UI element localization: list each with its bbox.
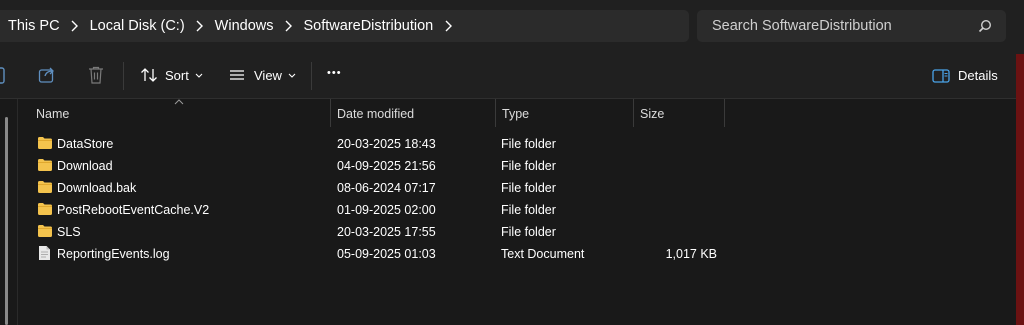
- column-separator[interactable]: [724, 99, 725, 127]
- chevron-right-icon[interactable]: [185, 20, 215, 32]
- search-icon: [978, 19, 992, 33]
- details-label: Details: [958, 68, 998, 83]
- file-date: 05-09-2025 01:03: [337, 247, 436, 261]
- crumb-local-disk[interactable]: Local Disk (C:): [90, 18, 185, 34]
- file-date: 08-06-2024 07:17: [337, 181, 436, 195]
- sort-label: Sort: [165, 67, 189, 83]
- breadcrumb[interactable]: This PC Local Disk (C:) Windows Software…: [0, 10, 689, 42]
- chevron-right-icon[interactable]: [433, 20, 463, 32]
- view-button[interactable]: View: [228, 67, 296, 83]
- column-header-name[interactable]: Name: [30, 99, 330, 129]
- file-date: 20-03-2025 17:55: [337, 225, 436, 239]
- list-item[interactable]: SLS 20-03-2025 17:55 File folder: [30, 221, 1024, 243]
- toolbar-divider: [123, 62, 124, 90]
- file-name: SLS: [57, 225, 81, 239]
- chevron-down-icon: [288, 73, 296, 78]
- file-type: File folder: [501, 181, 556, 195]
- file-type: File folder: [501, 225, 556, 239]
- copy-icon[interactable]: [0, 66, 6, 86]
- file-type: File folder: [501, 159, 556, 173]
- list-item[interactable]: DataStore 20-03-2025 18:43 File folder: [30, 133, 1024, 155]
- file-name: DataStore: [57, 137, 114, 151]
- crumb-windows[interactable]: Windows: [215, 18, 274, 34]
- file-date: 01-09-2025 02:00: [337, 203, 436, 217]
- file-list: Name Date modified Type Size DataStore 2…: [0, 99, 1024, 325]
- chevron-right-icon[interactable]: [273, 20, 303, 32]
- file-date: 04-09-2025 21:56: [337, 159, 436, 173]
- details-pane-icon: [932, 68, 950, 83]
- more-options-button[interactable]: •••: [327, 67, 342, 79]
- list-item[interactable]: Download.bak 08-06-2024 07:17 File folde…: [30, 177, 1024, 199]
- toolbar-divider: [311, 62, 312, 90]
- folder-icon: [37, 202, 53, 219]
- command-bar: Sort View ••• Details: [0, 54, 1024, 99]
- view-icon: [230, 70, 244, 80]
- sort-button[interactable]: Sort: [140, 67, 203, 83]
- scrollbar[interactable]: [0, 99, 18, 325]
- search-placeholder: Search SoftwareDistribution: [712, 18, 892, 34]
- file-type: Text Document: [501, 247, 585, 261]
- share-icon[interactable]: [38, 66, 56, 84]
- sort-icon: [141, 68, 157, 82]
- file-name: Download: [57, 159, 113, 173]
- crumb-software-distribution[interactable]: SoftwareDistribution: [303, 18, 433, 34]
- chevron-down-icon: [195, 73, 203, 78]
- scrollbar-thumb[interactable]: [5, 117, 8, 325]
- file-name: ReportingEvents.log: [57, 247, 170, 261]
- file-name: PostRebootEventCache.V2: [57, 203, 210, 217]
- file-type: File folder: [501, 137, 556, 151]
- folder-icon: [37, 180, 53, 197]
- view-label: View: [254, 67, 282, 83]
- list-item[interactable]: Download 04-09-2025 21:56 File folder: [30, 155, 1024, 177]
- column-header-type[interactable]: Type: [496, 99, 633, 129]
- folder-icon: [37, 136, 53, 153]
- file-name: Download.bak: [57, 181, 137, 195]
- more-icon: •••: [327, 67, 342, 79]
- details-button[interactable]: Details: [932, 68, 998, 83]
- column-header-date-modified[interactable]: Date modified: [331, 99, 495, 129]
- crumb-this-pc[interactable]: This PC: [8, 18, 60, 34]
- chevron-right-icon[interactable]: [60, 20, 90, 32]
- folder-icon: [37, 224, 53, 241]
- address-bar: This PC Local Disk (C:) Windows Software…: [0, 0, 1024, 54]
- file-size: 1,017 KB: [665, 247, 717, 261]
- delete-icon[interactable]: [88, 66, 104, 84]
- file-date: 20-03-2025 18:43: [337, 137, 436, 151]
- list-item[interactable]: PostRebootEventCache.V2 01-09-2025 02:00…: [30, 199, 1024, 221]
- column-header-size[interactable]: Size: [634, 99, 724, 129]
- folder-icon: [37, 158, 53, 175]
- text-document-icon: [38, 245, 51, 264]
- list-item[interactable]: ReportingEvents.log 05-09-2025 01:03 Tex…: [30, 243, 1024, 265]
- file-type: File folder: [501, 203, 556, 217]
- search-input[interactable]: Search SoftwareDistribution: [697, 10, 1006, 42]
- window-edge: [1016, 54, 1024, 325]
